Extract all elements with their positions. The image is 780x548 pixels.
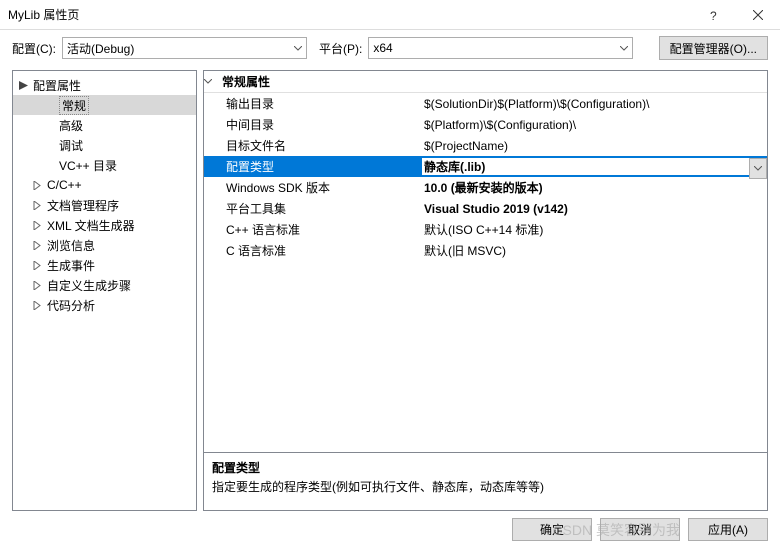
tree-item[interactable]: 文档管理程序 [13, 195, 196, 215]
property-name: 目标文件名 [204, 137, 422, 154]
expand-icon[interactable] [33, 241, 45, 250]
tree-item[interactable]: 代码分析 [13, 295, 196, 315]
property-value[interactable]: 默认(旧 MSVC) [422, 242, 767, 259]
tree-item-label: 高级 [59, 117, 83, 134]
property-value[interactable]: $(SolutionDir)$(Platform)\$(Configuratio… [422, 97, 767, 111]
property-row[interactable]: 中间目录$(Platform)\$(Configuration)\ [204, 114, 767, 135]
platform-combo[interactable]: x64 [368, 37, 633, 59]
toolbar: 配置(C): 活动(Debug) 平台(P): x64 配置管理器(O)... [0, 30, 780, 66]
titlebar: MyLib 属性页 ? [0, 0, 780, 30]
property-row[interactable]: C 语言标准默认(旧 MSVC) [204, 240, 767, 261]
tree-item[interactable]: 浏览信息 [13, 235, 196, 255]
platform-label: 平台(P): [319, 40, 362, 57]
property-value[interactable]: $(ProjectName) [422, 139, 767, 153]
tree-item[interactable]: 高级 [13, 115, 196, 135]
tree-item-label: 调试 [59, 137, 83, 154]
property-value[interactable]: Visual Studio 2019 (v142) [422, 202, 767, 216]
property-value[interactable]: $(Platform)\$(Configuration)\ [422, 118, 767, 132]
platform-value: x64 [373, 41, 392, 55]
grid-category-header[interactable]: 常规属性 [204, 71, 767, 93]
help-icon: ? [708, 8, 718, 22]
footer: 确定 取消 应用(A) CSDN 莫笑容别为我 [0, 511, 780, 547]
property-row[interactable]: 输出目录$(SolutionDir)$(Platform)\$(Configur… [204, 93, 767, 114]
property-name: 配置类型 [204, 158, 422, 175]
property-name: 中间目录 [204, 116, 422, 133]
tree-item[interactable]: 常规 [13, 95, 196, 115]
expand-icon[interactable] [33, 281, 45, 290]
tree-view[interactable]: 配置属性 常规高级调试 VC++ 目录 C/C++ 文档管理程序 XML 文档生成器浏览… [12, 70, 197, 511]
main-area: 配置属性 常规高级调试 VC++ 目录 C/C++ 文档管理程序 XML 文档生成器浏览… [0, 66, 780, 511]
property-name: Windows SDK 版本 [204, 179, 422, 196]
description-text: 指定要生成的程序类型(例如可执行文件、静态库，动态库等等) [212, 478, 759, 495]
close-icon [753, 10, 763, 20]
tree-item-label: C/C++ [47, 178, 82, 192]
description-panel: 配置类型 指定要生成的程序类型(例如可执行文件、静态库，动态库等等) [204, 452, 767, 510]
close-button[interactable] [735, 0, 780, 30]
help-button[interactable]: ? [690, 0, 735, 30]
config-manager-button[interactable]: 配置管理器(O)... [659, 36, 768, 60]
property-name: C++ 语言标准 [204, 221, 422, 238]
property-panel: 常规属性 输出目录$(SolutionDir)$(Platform)\$(Con… [203, 70, 768, 511]
property-value[interactable]: 默认(ISO C++14 标准) [422, 221, 767, 238]
tree-item[interactable]: 调试 [13, 135, 196, 155]
property-grid[interactable]: 常规属性 输出目录$(SolutionDir)$(Platform)\$(Con… [204, 71, 767, 452]
tree-item-label: VC++ 目录 [59, 157, 117, 174]
expand-icon[interactable] [33, 201, 45, 210]
property-name: C 语言标准 [204, 242, 422, 259]
apply-button[interactable]: 应用(A) [688, 518, 768, 541]
window-title: MyLib 属性页 [8, 6, 690, 23]
config-combo[interactable]: 活动(Debug) [62, 37, 307, 59]
property-name: 输出目录 [204, 95, 422, 112]
tree-root[interactable]: 配置属性 [13, 75, 196, 95]
tree-item-label: 自定义生成步骤 [47, 277, 131, 294]
property-value[interactable]: 静态库(.lib) [422, 158, 767, 175]
tree-item[interactable]: C/C++ [13, 175, 196, 195]
property-row[interactable]: Windows SDK 版本10.0 (最新安装的版本) [204, 177, 767, 198]
tree-item-label: XML 文档生成器 [47, 217, 135, 234]
tree-item[interactable]: VC++ 目录 [13, 155, 196, 175]
property-row[interactable]: 配置类型静态库(.lib) [204, 156, 767, 177]
tree-item-label: 生成事件 [47, 257, 95, 274]
tree-item-label: 文档管理程序 [47, 197, 119, 214]
cancel-button[interactable]: 取消 [600, 518, 680, 541]
dropdown-button[interactable] [749, 158, 767, 179]
tree-item-label: 浏览信息 [47, 237, 95, 254]
expand-icon[interactable] [33, 181, 45, 190]
description-title: 配置类型 [212, 459, 759, 476]
config-label: 配置(C): [12, 40, 56, 57]
expand-icon[interactable] [33, 261, 45, 270]
tree-item-label: 代码分析 [47, 297, 95, 314]
tree-item-label: 常规 [59, 96, 89, 115]
collapse-icon[interactable] [19, 81, 31, 90]
chevron-down-icon [620, 46, 628, 51]
expand-icon[interactable] [33, 301, 45, 310]
property-row[interactable]: C++ 语言标准默认(ISO C++14 标准) [204, 219, 767, 240]
expand-icon[interactable] [33, 221, 45, 230]
chevron-down-icon [294, 46, 302, 51]
tree-item[interactable]: 生成事件 [13, 255, 196, 275]
ok-button[interactable]: 确定 [512, 518, 592, 541]
property-value[interactable]: 10.0 (最新安装的版本) [422, 179, 767, 196]
svg-text:?: ? [710, 9, 717, 22]
tree-item[interactable]: 自定义生成步骤 [13, 275, 196, 295]
property-row[interactable]: 目标文件名$(ProjectName) [204, 135, 767, 156]
property-row[interactable]: 平台工具集Visual Studio 2019 (v142) [204, 198, 767, 219]
config-value: 活动(Debug) [67, 40, 134, 57]
collapse-icon[interactable] [204, 79, 222, 84]
property-name: 平台工具集 [204, 200, 422, 217]
tree-item[interactable]: XML 文档生成器 [13, 215, 196, 235]
